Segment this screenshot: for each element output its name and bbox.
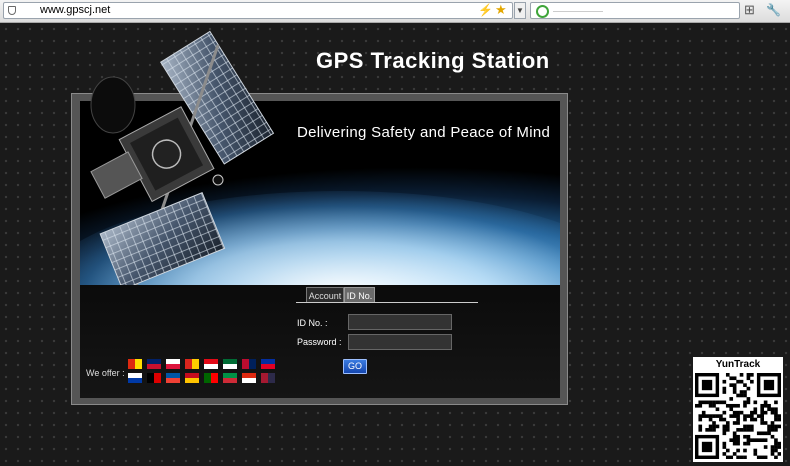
flag-vietnam-icon[interactable] — [185, 359, 199, 369]
flag-thailand-icon[interactable] — [261, 373, 275, 383]
search-input[interactable] — [530, 2, 740, 19]
qr-code — [695, 373, 781, 459]
tab-account[interactable]: Account — [306, 287, 344, 303]
flag-cambodia-icon[interactable] — [261, 359, 275, 369]
flag-poland-icon[interactable] — [166, 359, 180, 369]
search-engine-icon — [536, 5, 549, 18]
address-bar-url: www.gpscj.net — [40, 4, 111, 16]
languages-label: We offer : — [86, 368, 125, 378]
flag-turkey-icon[interactable] — [204, 359, 218, 369]
flag-germany-icon[interactable] — [147, 373, 161, 383]
flag-norway-icon[interactable] — [242, 359, 256, 369]
id-no-input[interactable] — [348, 314, 452, 330]
browser-toolbar: www.gpscj.net ⚡ ★ ▼ ⊞ 🔧 — [0, 0, 790, 23]
flag-china-icon[interactable] — [128, 359, 142, 369]
flag-saudi-arabia-icon[interactable] — [223, 359, 237, 369]
password-label: Password : — [297, 337, 342, 347]
flag-portugal-icon[interactable] — [204, 373, 218, 383]
page-title: GPS Tracking Station — [316, 48, 550, 73]
address-dropdown-button[interactable]: ▼ — [514, 2, 526, 19]
flag-united-kingdom-icon[interactable] — [147, 359, 161, 369]
flag-hong-kong-icon[interactable] — [242, 373, 256, 383]
id-no-label: ID No. : — [297, 318, 328, 328]
tab-underline — [296, 302, 478, 303]
flag-spain-icon[interactable] — [185, 373, 199, 383]
password-input[interactable] — [348, 334, 452, 350]
qr-code-card: YunTrack — [693, 357, 783, 462]
flag-france-icon[interactable] — [166, 373, 180, 383]
tagline: Delivering Safety and Peace of Mind — [297, 124, 551, 141]
bookmark-star-icon[interactable]: ★ — [495, 2, 507, 18]
page-shield-icon — [8, 6, 16, 15]
go-button[interactable]: GO — [343, 359, 367, 374]
lightning-icon[interactable]: ⚡ — [478, 3, 493, 17]
qr-title: YunTrack — [715, 359, 761, 370]
flag-italy-icon[interactable] — [223, 373, 237, 383]
wrench-icon[interactable]: 🔧 — [766, 3, 781, 17]
address-bar[interactable]: www.gpscj.net ⚡ ★ — [3, 2, 513, 19]
grid-icon[interactable]: ⊞ — [744, 3, 758, 17]
flag-russia-icon[interactable] — [128, 373, 142, 383]
tab-id-no[interactable]: ID No. — [344, 287, 375, 303]
satellite-illustration — [90, 30, 275, 296]
